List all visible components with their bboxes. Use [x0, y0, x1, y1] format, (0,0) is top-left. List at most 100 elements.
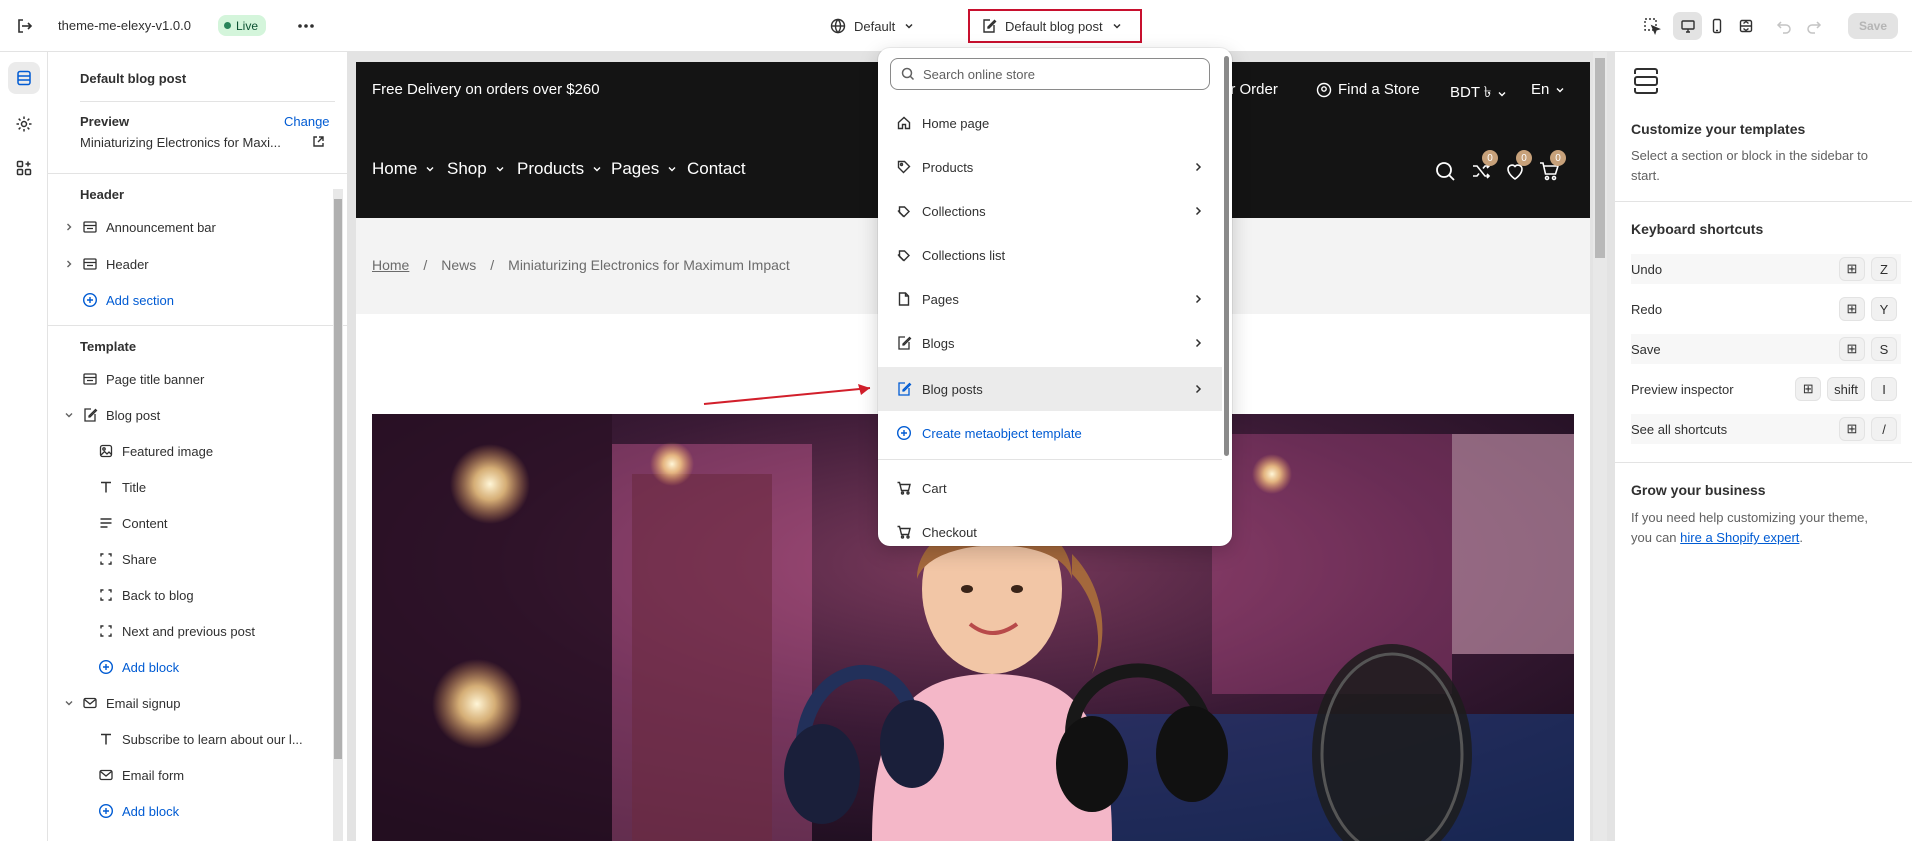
- exit-icon[interactable]: [14, 16, 34, 36]
- sidebar-item-label: Page title banner: [106, 371, 205, 387]
- currency-selector[interactable]: BDT ৳: [1450, 81, 1507, 106]
- shortcut-label: Redo: [1631, 301, 1663, 317]
- nav-label: Shop: [447, 159, 487, 178]
- add-section-button[interactable]: Add section: [82, 289, 174, 311]
- block-item-content[interactable]: Content: [98, 512, 168, 534]
- add-block-label: Add block: [122, 803, 180, 819]
- dropdown-item-blogs[interactable]: Blogs: [878, 321, 1222, 365]
- dropdown-item-pages[interactable]: Pages: [878, 277, 1222, 321]
- create-metaobject-template-button[interactable]: Create metaobject template: [878, 411, 1222, 455]
- desktop-view-icon[interactable]: [1673, 12, 1702, 40]
- nav-home[interactable]: Home: [372, 159, 435, 179]
- chevron-down-icon: [1497, 89, 1507, 99]
- dropdown-scrollbar[interactable]: [1222, 48, 1232, 546]
- chevron-right-icon: [1192, 161, 1204, 173]
- block-item-email-form[interactable]: Email form: [98, 764, 184, 786]
- chevron-right-icon: [1192, 337, 1204, 349]
- shortcut-label: Save: [1631, 341, 1661, 357]
- external-link-icon[interactable]: [312, 135, 325, 148]
- template-group-heading: Template: [80, 339, 137, 354]
- dropdown-item-cart[interactable]: Cart: [878, 466, 1222, 510]
- scrollbar-thumb[interactable]: [1224, 56, 1229, 456]
- breadcrumb-news-link[interactable]: News: [441, 257, 476, 273]
- hire-shopify-expert-link[interactable]: hire a Shopify expert: [1680, 530, 1799, 545]
- theme-settings-gear-icon[interactable]: [8, 108, 40, 140]
- market-label: Default: [854, 18, 896, 34]
- nav-pages[interactable]: Pages: [611, 159, 677, 179]
- save-button[interactable]: Save: [1848, 13, 1898, 39]
- sidebar-item-page-title-banner[interactable]: Page title banner: [82, 368, 204, 390]
- sidebar-item-blog-post[interactable]: Blog post: [64, 404, 160, 426]
- dropdown-item-blog-posts[interactable]: Blog posts: [878, 367, 1222, 411]
- dropdown-item-label: Blogs: [922, 335, 955, 351]
- cart-icon: [896, 480, 912, 496]
- sidebar-item-header[interactable]: Header: [64, 253, 149, 275]
- sidebar-item-email-signup[interactable]: Email signup: [64, 692, 180, 714]
- block-item-featured-image[interactable]: Featured image: [98, 440, 213, 462]
- template-selector[interactable]: Default blog post: [968, 9, 1142, 43]
- live-badge-label: Live: [236, 18, 259, 33]
- sections-icon[interactable]: [8, 62, 40, 94]
- chevron-right-icon[interactable]: [64, 222, 74, 232]
- top-bar: theme-me-elexy-v1.0.0 Live Default Defau…: [0, 0, 1912, 52]
- divider: [1615, 462, 1912, 463]
- find-store-link[interactable]: Find a Store: [1316, 81, 1420, 98]
- block-item-back-to-blog[interactable]: Back to blog: [98, 584, 194, 606]
- dropdown-item-checkout[interactable]: Checkout: [878, 510, 1222, 546]
- more-actions-icon[interactable]: [296, 16, 316, 36]
- language-selector[interactable]: En: [1531, 81, 1565, 98]
- nav-label: Home: [372, 159, 418, 178]
- plus-circle-icon: [98, 803, 114, 819]
- breadcrumb-home-link[interactable]: Home: [372, 257, 409, 273]
- block-item-subscribe-text[interactable]: Subscribe to learn about our l...: [98, 728, 303, 750]
- sidebar-scrollbar[interactable]: [333, 189, 343, 841]
- scrollbar-thumb[interactable]: [1595, 58, 1605, 258]
- divider: [80, 101, 335, 102]
- chevron-down-icon[interactable]: [64, 410, 74, 420]
- globe-icon: [830, 18, 846, 34]
- block-item-share[interactable]: Share: [98, 548, 157, 570]
- dropdown-item-label: Collections list: [922, 247, 1006, 263]
- fullscreen-view-icon[interactable]: [1731, 12, 1760, 40]
- chevron-down-icon[interactable]: [64, 698, 74, 708]
- shortcut-key: /: [1871, 417, 1897, 441]
- scrollbar-thumb[interactable]: [334, 199, 342, 759]
- inspector-icon[interactable]: [1640, 14, 1664, 38]
- preview-scrollbar[interactable]: [1593, 52, 1607, 841]
- market-selector[interactable]: Default: [830, 15, 915, 37]
- mobile-view-icon[interactable]: [1702, 12, 1731, 40]
- block-item-next-previous-post[interactable]: Next and previous post: [98, 620, 255, 642]
- redo-icon[interactable]: [1802, 14, 1826, 38]
- block-item-label: Back to blog: [122, 587, 194, 603]
- nav-label: Contact: [687, 159, 746, 178]
- search-icon: [901, 67, 915, 81]
- dropdown-item-collections[interactable]: Collections: [878, 189, 1222, 233]
- chevron-right-icon[interactable]: [64, 259, 74, 269]
- edit-document-icon: [896, 381, 912, 397]
- left-rail: [0, 52, 48, 841]
- section-icon: [82, 371, 98, 387]
- block-item-title[interactable]: Title: [98, 476, 146, 498]
- undo-icon[interactable]: [1772, 14, 1796, 38]
- sidebar-item-announcement-bar[interactable]: Announcement bar: [64, 216, 216, 238]
- add-block-button[interactable]: Add block: [98, 800, 179, 822]
- search-icon[interactable]: [1434, 160, 1456, 182]
- breadcrumb-separator: /: [490, 257, 495, 273]
- shortcut-row-save: Save ⊞ S: [1631, 334, 1901, 364]
- nav-shop[interactable]: Shop: [447, 159, 505, 179]
- add-block-button[interactable]: Add block: [98, 656, 179, 678]
- change-preview-link[interactable]: Change: [284, 114, 330, 129]
- dropdown-item-collections-list[interactable]: Collections list: [878, 233, 1222, 277]
- dropdown-item-products[interactable]: Products: [878, 145, 1222, 189]
- dropdown-item-home-page[interactable]: Home page: [878, 101, 1222, 145]
- customize-description: Select a section or block in the sidebar…: [1631, 148, 1869, 183]
- sidebar-item-label: Header: [106, 256, 149, 272]
- chevron-right-icon: [1192, 383, 1204, 395]
- shortcut-key: Y: [1871, 297, 1897, 321]
- search-online-store-input[interactable]: Search online store: [890, 58, 1210, 90]
- apps-icon[interactable]: [8, 152, 40, 184]
- nav-contact[interactable]: Contact: [687, 159, 746, 179]
- divider: [48, 173, 347, 174]
- dropdown-item-label: Cart: [922, 480, 947, 496]
- nav-products[interactable]: Products: [517, 159, 602, 179]
